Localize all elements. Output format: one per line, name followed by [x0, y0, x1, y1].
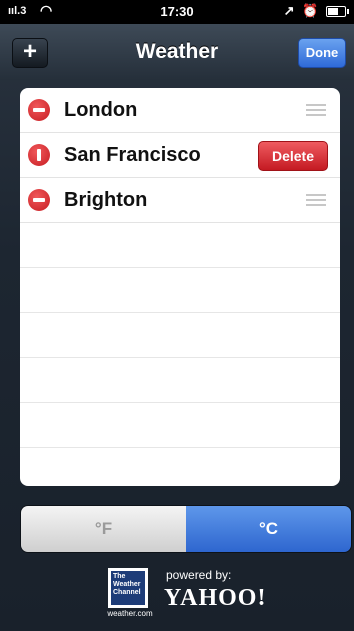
- empty-row: [20, 358, 340, 403]
- delete-circle-icon[interactable]: [28, 99, 50, 121]
- city-row-brighton[interactable]: Brighton: [20, 178, 340, 223]
- weather-channel-url: weather.com: [107, 609, 153, 618]
- weather-channel-logo-text: The Weather Channel: [111, 571, 145, 605]
- city-row-san-francisco[interactable]: San Francisco Delete: [20, 133, 340, 178]
- city-list: London San Francisco Delete Brighton: [20, 88, 340, 486]
- empty-row: [20, 268, 340, 313]
- delete-circle-icon[interactable]: [28, 189, 50, 211]
- fahrenheit-option[interactable]: °F: [21, 506, 186, 552]
- reorder-grip-icon[interactable]: [306, 194, 326, 206]
- weather-settings-screen: ııl.3 ◠ 17:30 ↗ ⏰ + Weather Done London …: [0, 0, 354, 631]
- city-name: London: [64, 99, 138, 121]
- weather-channel-logo: The Weather Channel: [108, 568, 148, 608]
- celsius-option[interactable]: °C: [186, 506, 351, 552]
- delete-circle-icon[interactable]: [28, 144, 50, 166]
- city-row-london[interactable]: London: [20, 88, 340, 133]
- delete-button[interactable]: Delete: [258, 141, 328, 171]
- battery-icon: [326, 6, 349, 18]
- temperature-unit-toggle: °F °C: [20, 505, 352, 553]
- empty-row: [20, 313, 340, 358]
- status-bar: ııl.3 ◠ 17:30 ↗ ⏰: [0, 0, 354, 24]
- location-alarm-icons: ↗ ⏰: [283, 3, 321, 18]
- city-name: Brighton: [64, 189, 148, 211]
- reorder-grip-icon[interactable]: [306, 104, 326, 116]
- empty-row: [20, 223, 340, 268]
- city-name: San Francisco: [64, 144, 201, 166]
- yahoo-logo: YAHOO!: [164, 585, 267, 611]
- navigation-bar: + Weather Done: [0, 24, 354, 80]
- done-button[interactable]: Done: [298, 38, 346, 68]
- empty-row: [20, 403, 340, 448]
- status-indicators: ↗ ⏰: [283, 3, 349, 19]
- powered-by-label: powered by:: [166, 568, 232, 582]
